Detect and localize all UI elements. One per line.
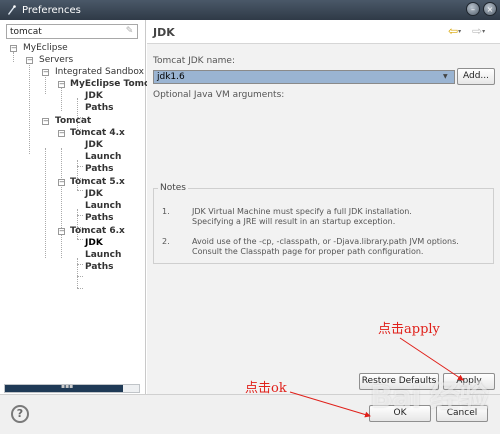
jdk-name-value: jdk1.6 xyxy=(157,72,185,82)
collapse-toggle-icon[interactable]: − xyxy=(58,81,65,88)
tree-item-launch[interactable]: Launch xyxy=(85,249,121,261)
help-icon[interactable]: ? xyxy=(11,405,29,423)
grip-icon: ▪▪▪ xyxy=(61,383,74,390)
notes-title: Notes xyxy=(158,183,188,193)
tree-line xyxy=(77,258,78,288)
tree-item-paths[interactable]: Paths xyxy=(85,212,114,224)
tree-item-jdk-selected[interactable]: JDK xyxy=(85,237,103,249)
tree-line xyxy=(13,52,14,62)
tree-item-paths[interactable]: Paths xyxy=(85,261,114,273)
back-arrow-icon[interactable]: ⇦▾ xyxy=(448,25,468,38)
note-1: 1. JDK Virtual Machine must specify a fu… xyxy=(162,207,492,229)
tree-item-tomcat-4x[interactable]: Tomcat 4.x xyxy=(70,127,125,139)
history-nav: ⇦▾ ⇨▾ xyxy=(448,25,492,38)
collapse-toggle-icon[interactable]: − xyxy=(58,179,65,186)
tree-item-myeclipse[interactable]: MyEclipse xyxy=(23,42,68,54)
tree-item-jdk[interactable]: JDK xyxy=(85,188,103,200)
tree-line xyxy=(29,62,30,154)
tree-line xyxy=(77,215,83,216)
tree-line xyxy=(45,74,46,94)
tree-item-integrated-sandbox[interactable]: Integrated Sandbox xyxy=(55,66,144,78)
collapse-toggle-icon[interactable]: − xyxy=(58,228,65,235)
tree-item-jdk[interactable]: JDK xyxy=(85,139,103,151)
tree-item-myeclipse-tomcat[interactable]: MyEclipse Tomc xyxy=(70,78,149,90)
tree-item-paths[interactable]: Paths xyxy=(85,102,114,114)
tree-line xyxy=(77,166,83,167)
preference-page: JDK ⇦▾ ⇨▾ Tomcat JDK name: jdk1.6 ▼ Add.… xyxy=(147,20,500,394)
ok-annotation: 点击ok xyxy=(245,381,287,396)
close-button[interactable]: × xyxy=(483,2,497,16)
tree-line xyxy=(45,148,46,258)
tree-item-tomcat-6x[interactable]: Tomcat 6.x xyxy=(70,225,125,237)
chevron-down-icon[interactable]: ▼ xyxy=(443,73,448,80)
add-jdk-button[interactable]: Add... xyxy=(457,68,495,85)
minimize-button[interactable]: – xyxy=(466,2,480,16)
collapse-toggle-icon[interactable]: − xyxy=(42,118,49,125)
tree-line xyxy=(61,86,62,111)
tree-line xyxy=(77,239,83,240)
filter-input[interactable] xyxy=(7,25,117,38)
tree-item-jdk[interactable]: JDK xyxy=(85,90,103,102)
vm-args-label: Optional Java VM arguments: xyxy=(153,90,285,100)
tree-item-servers[interactable]: Servers xyxy=(39,54,73,66)
vm-args-field[interactable] xyxy=(153,104,494,186)
note-2: 2. Avoid use of the -cp, -classpath, or … xyxy=(162,237,492,259)
collapse-toggle-icon[interactable]: − xyxy=(10,45,17,52)
window-controls: – × xyxy=(466,2,497,16)
tree-line xyxy=(77,288,83,289)
note-text: JDK Virtual Machine must specify a full … xyxy=(192,207,412,226)
notes-group: Notes 1. JDK Virtual Machine must specif… xyxy=(153,183,494,264)
clear-filter-icon[interactable]: ✎ xyxy=(124,26,135,37)
tree-item-paths[interactable]: Paths xyxy=(85,163,114,175)
collapse-toggle-icon[interactable]: − xyxy=(26,57,33,64)
page-title: JDK xyxy=(153,26,175,39)
collapse-toggle-icon[interactable]: − xyxy=(42,69,49,76)
preferences-tree-pane: ✎ − − − − − − − − MyEclipse Ser xyxy=(0,20,149,394)
window-title: Preferences xyxy=(22,4,81,16)
note-text: Avoid use of the -cp, -classpath, or -Dj… xyxy=(192,237,459,256)
tree-item-tomcat-5x[interactable]: Tomcat 5.x xyxy=(70,176,125,188)
tree-line xyxy=(77,264,83,265)
tree-item-launch[interactable]: Launch xyxy=(85,151,121,163)
note-number: 1. xyxy=(162,207,170,216)
filter-field[interactable]: ✎ xyxy=(6,24,138,39)
tree-line xyxy=(77,276,83,277)
tree-item-tomcat[interactable]: Tomcat xyxy=(55,115,91,127)
collapse-toggle-icon[interactable]: − xyxy=(58,130,65,137)
jdk-name-combo[interactable]: jdk1.6 xyxy=(153,70,455,84)
jdk-name-label: Tomcat JDK name: xyxy=(153,56,235,66)
note-number: 2. xyxy=(162,237,170,246)
horizontal-scrollbar[interactable]: ▪▪▪ xyxy=(4,383,140,393)
apply-annotation: 点击apply xyxy=(378,322,440,337)
title-bar: Preferences – × xyxy=(0,0,500,20)
forward-arrow-icon[interactable]: ⇨▾ xyxy=(472,25,492,38)
eclipse-icon xyxy=(4,3,18,17)
page-header: JDK ⇦▾ ⇨▾ xyxy=(147,20,500,44)
tree-line xyxy=(77,190,83,191)
tree-line xyxy=(61,148,62,258)
watermark: Bai 经验 xyxy=(370,380,489,415)
tree-item-launch[interactable]: Launch xyxy=(85,200,121,212)
